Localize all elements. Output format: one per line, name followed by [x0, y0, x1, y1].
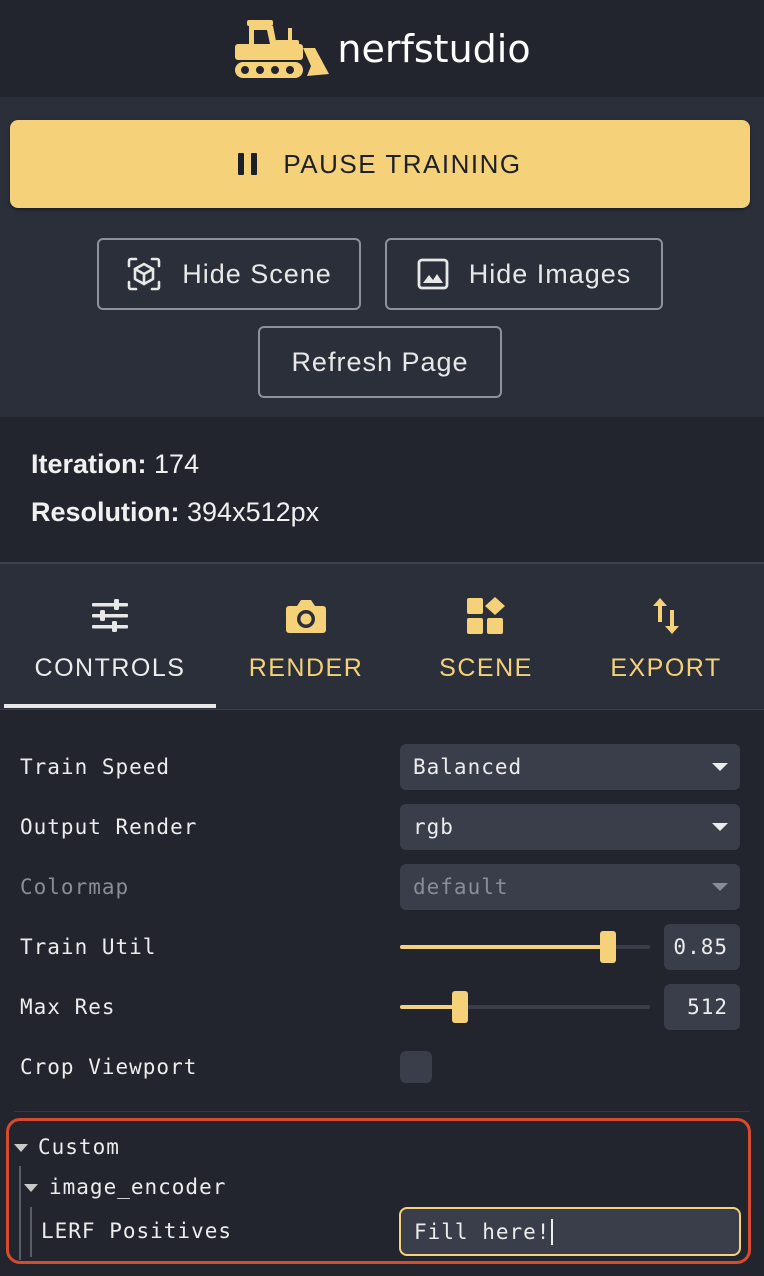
- train-speed-label: Train Speed: [20, 755, 171, 779]
- logo-text: nerfstudio: [337, 26, 531, 71]
- image-icon: [417, 258, 449, 290]
- tab-render-label: RENDER: [248, 654, 364, 682]
- colormap-value: default: [413, 875, 509, 899]
- tab-export[interactable]: EXPORT: [576, 564, 756, 710]
- bulldozer-icon: [235, 19, 330, 78]
- custom-folder-label[interactable]: Custom: [38, 1135, 120, 1159]
- train-util-input[interactable]: 0.85: [664, 924, 740, 970]
- resolution-status: Resolution: 394x512px: [31, 497, 319, 528]
- iteration-status: Iteration: 174: [31, 449, 199, 480]
- pause-icon: [238, 153, 258, 175]
- chevron-down-icon: [712, 763, 728, 771]
- max-res-slider[interactable]: [400, 991, 650, 1023]
- tab-bar: CONTROLS RENDER SCENE EXPORT: [0, 564, 764, 710]
- resolution-value: 394x512px: [187, 497, 320, 527]
- max-res-slider-thumb[interactable]: [452, 991, 468, 1023]
- crop-viewport-checkbox[interactable]: [400, 1051, 432, 1083]
- refresh-page-button[interactable]: Refresh Page: [258, 326, 502, 398]
- max-res-value: 512: [687, 995, 728, 1019]
- output-render-value: rgb: [413, 815, 454, 839]
- sliders-icon: [92, 599, 128, 632]
- output-render-label: Output Render: [20, 815, 198, 839]
- max-res-input[interactable]: 512: [664, 984, 740, 1030]
- colormap-label: Colormap: [20, 875, 130, 899]
- camera-icon: [286, 600, 326, 633]
- text-cursor: [551, 1218, 554, 1245]
- subfolder-indent-line: [30, 1207, 32, 1257]
- lerf-positives-value: Fill here!: [414, 1219, 551, 1244]
- caret-down-icon[interactable]: [24, 1184, 38, 1192]
- tab-controls-label: CONTROLS: [34, 654, 186, 682]
- training-status: Iteration: 174 Resolution: 394x512px: [0, 417, 764, 564]
- tab-controls[interactable]: CONTROLS: [4, 564, 216, 710]
- cube-scan-icon: [127, 257, 161, 291]
- train-util-slider[interactable]: [400, 931, 650, 963]
- pause-training-label: PAUSE TRAINING: [283, 148, 522, 179]
- hide-scene-label: Hide Scene: [182, 258, 332, 289]
- train-util-label: Train Util: [20, 935, 157, 959]
- app-header: nerfstudio: [0, 0, 764, 97]
- action-panel: PAUSE TRAINING Hide Scene Hide Images Re…: [0, 97, 764, 417]
- tab-export-label: EXPORT: [610, 654, 722, 682]
- crop-viewport-label: Crop Viewport: [20, 1055, 198, 1079]
- image-encoder-folder-label[interactable]: image_encoder: [49, 1175, 226, 1199]
- tab-render[interactable]: RENDER: [216, 564, 396, 710]
- output-render-select[interactable]: rgb: [400, 804, 740, 850]
- hide-images-label: Hide Images: [468, 258, 632, 289]
- lerf-positives-input[interactable]: Fill here!: [399, 1207, 741, 1256]
- shapes-icon: [467, 597, 505, 634]
- train-util-slider-thumb[interactable]: [599, 931, 616, 963]
- hide-images-button[interactable]: Hide Images: [385, 238, 663, 310]
- tab-scene[interactable]: SCENE: [396, 564, 576, 710]
- active-tab-indicator: [4, 704, 216, 708]
- train-speed-value: Balanced: [413, 755, 523, 779]
- iteration-label: Iteration:: [31, 449, 147, 479]
- iteration-value: 174: [154, 449, 200, 479]
- lerf-positives-label: LERF Positives: [41, 1219, 233, 1243]
- chevron-down-icon: [712, 883, 728, 891]
- hide-scene-button[interactable]: Hide Scene: [97, 238, 361, 310]
- nerfstudio-logo: nerfstudio: [233, 18, 531, 80]
- max-res-slider-fill: [400, 1005, 460, 1009]
- section-divider: [14, 1111, 750, 1112]
- max-res-label: Max Res: [20, 995, 116, 1019]
- colormap-select: default: [400, 864, 740, 910]
- chevron-down-icon: [712, 823, 728, 831]
- caret-down-icon[interactable]: [14, 1144, 28, 1152]
- train-speed-select[interactable]: Balanced: [400, 744, 740, 790]
- refresh-page-label: Refresh Page: [291, 346, 469, 377]
- swap-vertical-icon: [653, 598, 679, 634]
- train-util-value: 0.85: [673, 935, 728, 959]
- tab-scene-label: SCENE: [439, 654, 533, 682]
- pause-training-button[interactable]: PAUSE TRAINING: [10, 120, 750, 208]
- resolution-label: Resolution:: [31, 497, 180, 527]
- folder-indent-line: [19, 1166, 21, 1260]
- train-util-slider-fill: [400, 945, 608, 949]
